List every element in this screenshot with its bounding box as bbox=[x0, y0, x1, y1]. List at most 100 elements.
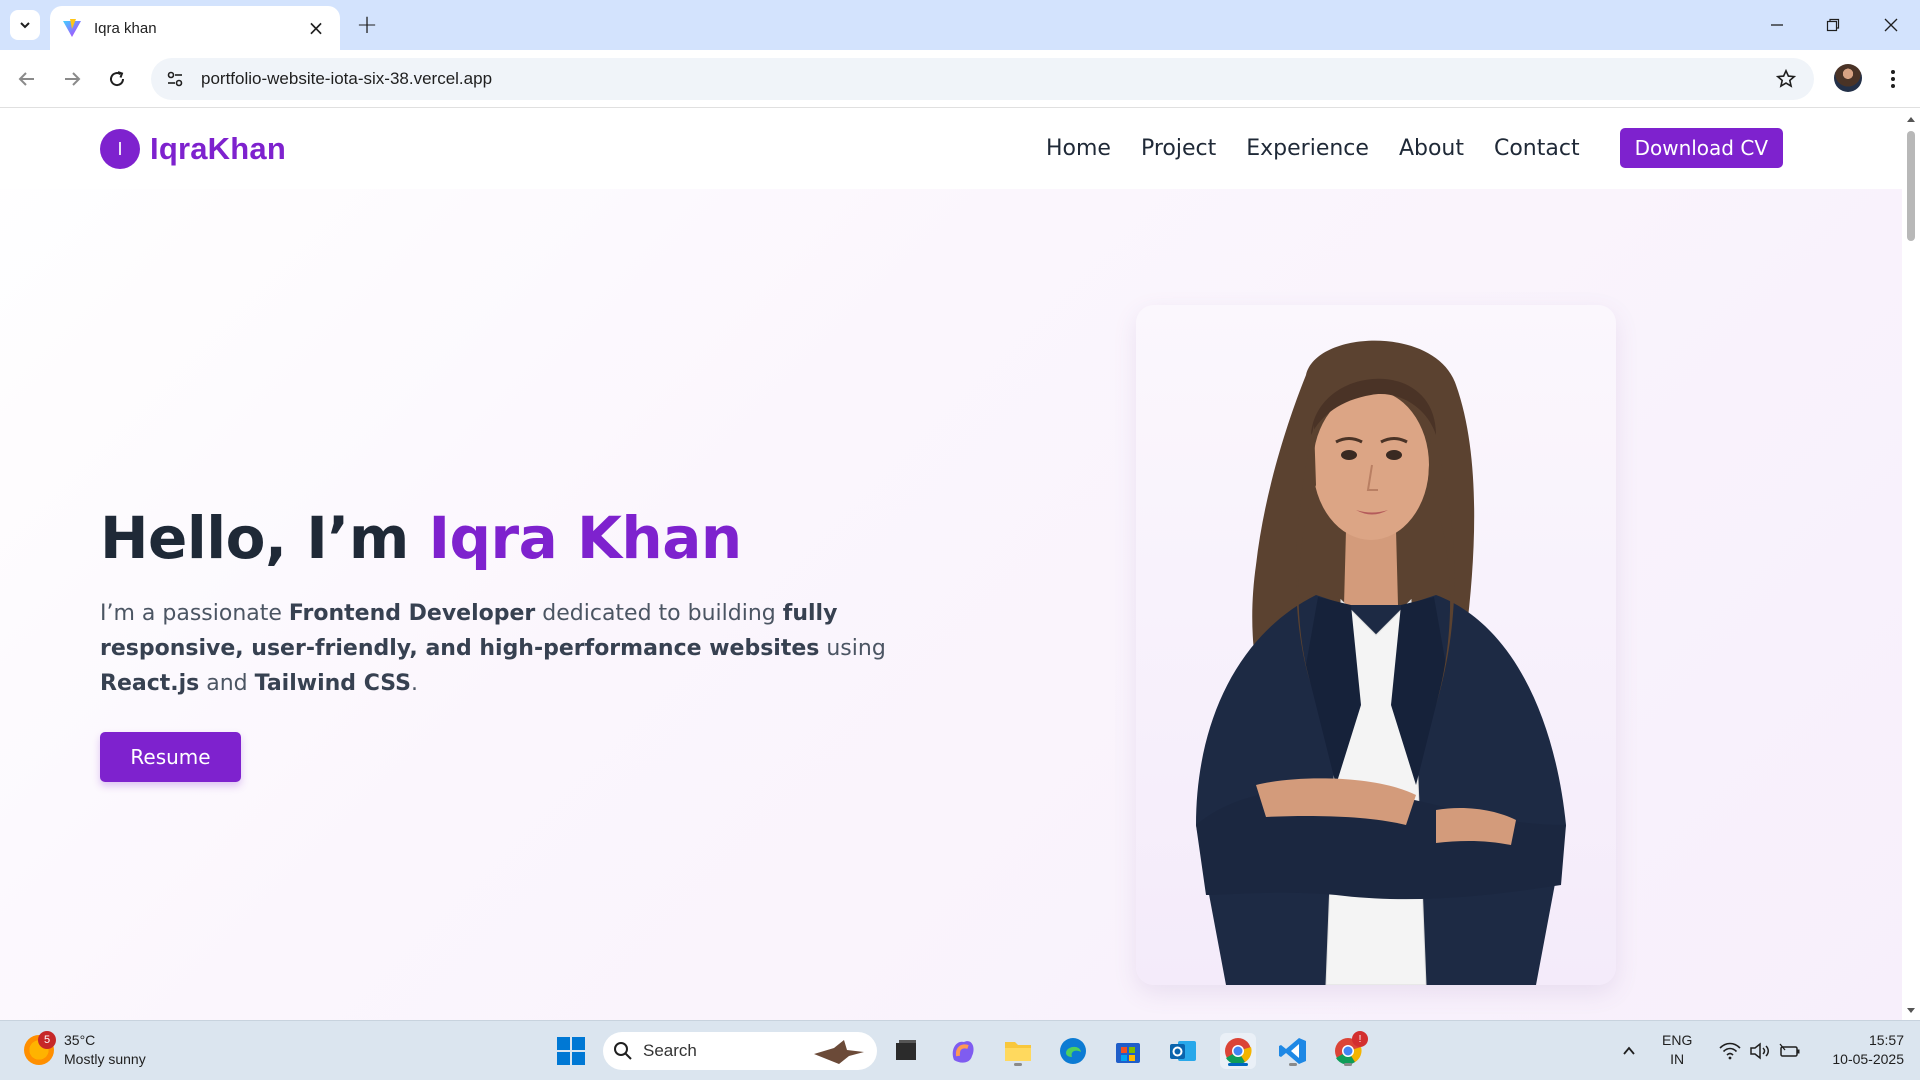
hero-description: I’m a passionate Frontend Developer dedi… bbox=[100, 596, 960, 701]
vscode-icon bbox=[1279, 1038, 1306, 1064]
hero-text-1: I’m a passionate bbox=[100, 601, 289, 626]
chevron-down-icon bbox=[20, 22, 30, 29]
weather-badge: 5 bbox=[38, 1031, 56, 1049]
download-cv-button[interactable]: Download CV bbox=[1619, 128, 1783, 168]
profile-photo-card bbox=[1136, 305, 1616, 985]
system-tray-status[interactable] bbox=[1712, 1033, 1808, 1069]
scroll-thumb[interactable] bbox=[1907, 131, 1915, 241]
close-window-button[interactable] bbox=[1871, 10, 1911, 40]
nav-project[interactable]: Project bbox=[1141, 136, 1216, 161]
vite-favicon-icon bbox=[63, 19, 81, 37]
reload-icon bbox=[110, 71, 125, 87]
folder-icon bbox=[1005, 1042, 1031, 1061]
search-label: Search bbox=[643, 1041, 697, 1060]
task-view-button[interactable] bbox=[888, 1033, 924, 1069]
copilot-button[interactable] bbox=[945, 1033, 981, 1069]
main-nav: Home Project Experience About Contact Do… bbox=[1016, 128, 1783, 168]
weather-temperature: 35°C bbox=[64, 1032, 96, 1048]
profile-avatar[interactable] bbox=[1834, 64, 1862, 92]
site-info-icon[interactable] bbox=[155, 59, 195, 99]
chrome-icon bbox=[1225, 1038, 1252, 1065]
minimize-button[interactable] bbox=[1757, 10, 1797, 40]
search-highlight-bird-icon bbox=[814, 1040, 864, 1064]
wifi-icon bbox=[1719, 1042, 1741, 1060]
clock-date: 10-05-2025 bbox=[1832, 1051, 1904, 1067]
hero-bold-3: React.js bbox=[100, 671, 200, 696]
hero-greeting: Hello, I’m bbox=[100, 504, 429, 572]
resume-button[interactable]: Resume bbox=[100, 732, 241, 782]
store-button[interactable] bbox=[1110, 1033, 1146, 1069]
nav-experience[interactable]: Experience bbox=[1246, 136, 1369, 161]
clock-time: 15:57 bbox=[1868, 1032, 1904, 1048]
nav-home[interactable]: Home bbox=[1046, 136, 1111, 161]
tab-close-icon[interactable]: × bbox=[304, 16, 328, 40]
arrow-left-icon bbox=[18, 72, 34, 86]
close-icon bbox=[1884, 18, 1898, 32]
nav-about[interactable]: About bbox=[1399, 136, 1464, 161]
sun-icon: 5 bbox=[24, 1031, 56, 1065]
weather-widget[interactable]: 5 35°C Mostly sunny bbox=[24, 1031, 146, 1069]
address-bar[interactable]: portfolio-website-iota-six-38.vercel.app bbox=[151, 58, 1814, 100]
hero-text-4: and bbox=[199, 671, 255, 696]
battery-icon bbox=[1779, 1043, 1800, 1057]
chevron-up-icon bbox=[1623, 1046, 1635, 1055]
more-vertical-icon bbox=[1891, 70, 1895, 88]
language-code: ENG bbox=[1662, 1032, 1693, 1048]
logo-mark: I bbox=[100, 129, 140, 169]
tab-title: Iqra khan bbox=[94, 19, 157, 37]
file-explorer-button[interactable] bbox=[1000, 1033, 1036, 1069]
browser-toolbar: portfolio-website-iota-six-38.vercel.app bbox=[0, 50, 1920, 108]
bookmark-star-icon[interactable] bbox=[1766, 59, 1806, 99]
outlook-icon bbox=[1170, 1041, 1196, 1061]
running-indicator bbox=[1014, 1063, 1022, 1066]
start-button[interactable] bbox=[553, 1033, 589, 1069]
hero-text-2: dedicated to building bbox=[535, 601, 783, 626]
hero-text-3: using bbox=[819, 636, 886, 661]
page-viewport: I IqraKhan Home Project Experience About… bbox=[0, 109, 1902, 1020]
hero-text-5: . bbox=[410, 671, 418, 696]
taskbar-search[interactable]: Search bbox=[603, 1032, 877, 1070]
reload-button[interactable] bbox=[101, 63, 133, 95]
edge-button[interactable] bbox=[1055, 1033, 1091, 1069]
page-scrollbar[interactable] bbox=[1902, 109, 1920, 1020]
show-hidden-icons-button[interactable] bbox=[1614, 1033, 1644, 1069]
scroll-up-icon[interactable] bbox=[1906, 115, 1916, 125]
task-view-icon bbox=[896, 1040, 916, 1060]
browser-menu-button[interactable] bbox=[1878, 64, 1908, 94]
chrome-button[interactable] bbox=[1220, 1033, 1256, 1069]
edge-icon bbox=[1060, 1038, 1086, 1064]
browser-tab-bar: Iqra khan × + bbox=[0, 0, 1920, 50]
copilot-icon bbox=[952, 1041, 974, 1063]
minimize-icon bbox=[1771, 24, 1783, 26]
forward-button[interactable] bbox=[56, 63, 88, 95]
hero-bold-4: Tailwind CSS bbox=[254, 671, 411, 696]
chrome-alt-button[interactable]: ! bbox=[1330, 1031, 1368, 1069]
vscode-button[interactable] bbox=[1275, 1033, 1311, 1069]
site-logo[interactable]: I IqraKhan bbox=[100, 129, 286, 169]
windows-taskbar: 5 35°C Mostly sunny Search ! ENG IN 15:5… bbox=[0, 1020, 1920, 1080]
restore-button[interactable] bbox=[1813, 10, 1853, 40]
microsoft-store-icon bbox=[1116, 1043, 1140, 1063]
nav-contact[interactable]: Contact bbox=[1494, 136, 1580, 161]
new-tab-button[interactable]: + bbox=[353, 10, 381, 40]
search-icon bbox=[614, 1042, 632, 1060]
logo-text: IqraKhan bbox=[150, 131, 286, 166]
weather-description: Mostly sunny bbox=[64, 1051, 146, 1067]
speaker-icon bbox=[1750, 1042, 1769, 1060]
scroll-down-icon[interactable] bbox=[1906, 1005, 1916, 1015]
arrow-right-icon bbox=[65, 72, 81, 86]
tab-search-button[interactable] bbox=[10, 10, 40, 40]
outlook-button[interactable] bbox=[1165, 1033, 1201, 1069]
running-indicator bbox=[1344, 1063, 1352, 1066]
restore-icon bbox=[1826, 18, 1840, 32]
notification-badge: ! bbox=[1352, 1031, 1368, 1047]
active-indicator bbox=[1228, 1063, 1248, 1066]
hero-name: Iqra Khan bbox=[428, 504, 742, 572]
browser-tab[interactable]: Iqra khan × bbox=[50, 6, 340, 50]
url-text[interactable]: portfolio-website-iota-six-38.vercel.app bbox=[201, 69, 1766, 89]
language-indicator[interactable]: ENG IN bbox=[1662, 1031, 1692, 1069]
running-indicator bbox=[1289, 1063, 1297, 1066]
region-code: IN bbox=[1670, 1051, 1685, 1067]
clock[interactable]: 15:57 10-05-2025 bbox=[1818, 1031, 1904, 1069]
back-button[interactable] bbox=[11, 63, 43, 95]
